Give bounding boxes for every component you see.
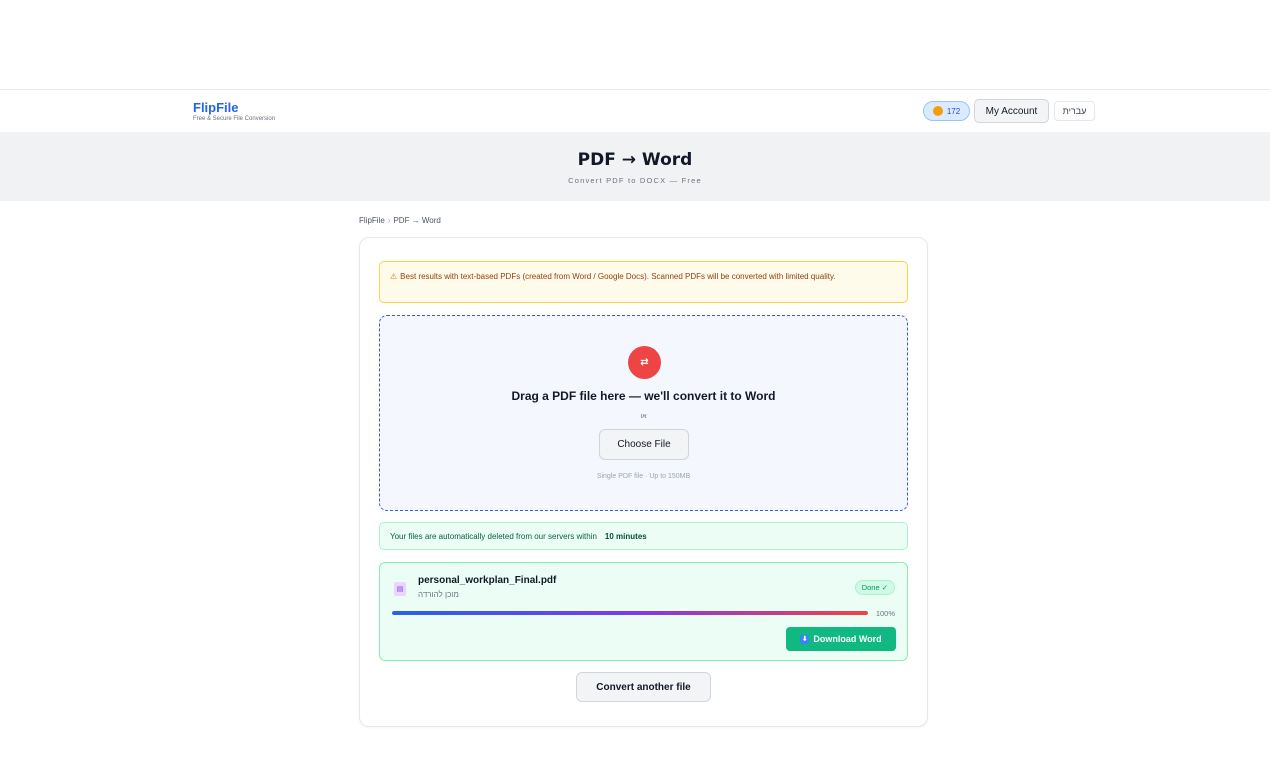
- file-icon: ▤: [394, 582, 406, 596]
- warning-icon: ⚠: [390, 272, 398, 281]
- credits-count: 172: [946, 106, 961, 116]
- page-subtitle: Convert PDF to DOCX — Free: [568, 176, 702, 185]
- quality-warning: ⚠ Best results with text-based PDFs (crea…: [379, 261, 908, 303]
- dropzone-hint: Single PDF file · Up to 150MB: [596, 473, 691, 480]
- download-label: Download Word: [813, 634, 882, 644]
- breadcrumb-current: PDF → Word: [393, 216, 441, 225]
- choose-file-button[interactable]: Choose File: [599, 429, 689, 460]
- progress-percent: 100%: [875, 609, 895, 618]
- coin-icon: [932, 106, 943, 116]
- language-switch-button[interactable]: עברית: [1054, 101, 1095, 121]
- progress-fill: [392, 611, 868, 615]
- file-status: מוכן להורדה: [418, 590, 459, 599]
- file-dropzone[interactable]: ⇄ Drag a PDF file here — we'll convert i…: [379, 315, 908, 511]
- status-badge: Done ✓: [854, 580, 895, 595]
- breadcrumb: FlipFile › PDF → Word: [359, 216, 441, 225]
- credits-badge[interactable]: 172: [923, 101, 970, 121]
- breadcrumb-separator: ›: [387, 216, 391, 225]
- converter-card: ⚠ Best results with text-based PDFs (crea…: [359, 237, 928, 727]
- brand-name: FlipFile: [193, 100, 239, 115]
- notice-duration: 10 minutes: [604, 531, 647, 541]
- download-icon: ⬇: [800, 634, 810, 644]
- notice-text: Your files are automatically deleted fro…: [390, 531, 597, 541]
- file-name: personal_workplan_Final.pdf: [418, 575, 557, 586]
- file-item: ▤ personal_workplan_Final.pdf מוכן להורד…: [379, 562, 908, 661]
- warning-text: Best results with text-based PDFs (creat…: [400, 272, 836, 281]
- page-hero: PDF → Word Convert PDF to DOCX — Free: [0, 132, 1270, 201]
- auto-delete-notice: Your files are automatically deleted fro…: [379, 522, 908, 550]
- top-navbar: FlipFile Free & Secure File Conversion 1…: [0, 89, 1270, 132]
- dropzone-title: Drag a PDF file here — we'll convert it …: [511, 389, 776, 403]
- brand-tagline: Free & Secure File Conversion: [193, 116, 276, 122]
- download-word-button[interactable]: ⬇ Download Word: [786, 627, 896, 651]
- progress-bar: [392, 611, 868, 615]
- dropzone-or: או: [640, 413, 647, 420]
- convert-another-button[interactable]: Convert another file: [576, 672, 711, 702]
- page-title: PDF → Word: [577, 150, 693, 170]
- brand-logo[interactable]: FlipFile Free & Secure File Conversion: [193, 101, 275, 122]
- convert-icon: ⇄: [628, 346, 661, 379]
- my-account-button[interactable]: My Account: [974, 99, 1049, 123]
- breadcrumb-home[interactable]: FlipFile: [359, 216, 385, 225]
